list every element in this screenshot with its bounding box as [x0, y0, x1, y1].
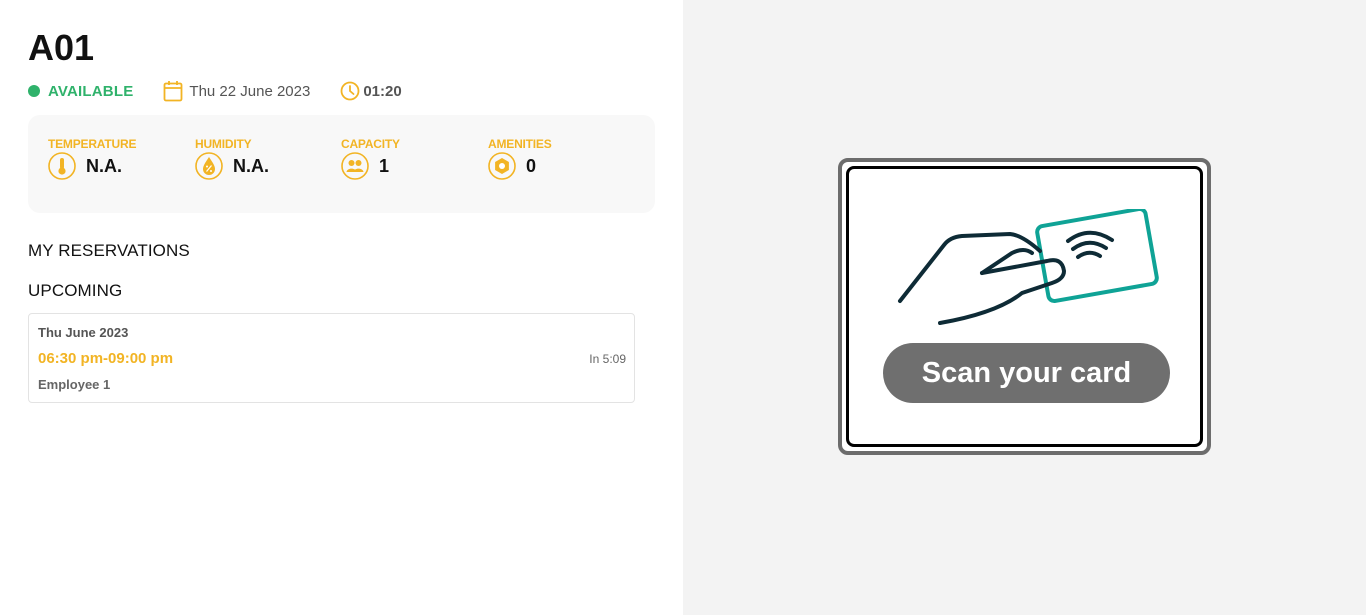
- stat-amenities: AMENITIES 0: [488, 137, 552, 180]
- stat-value: 1: [379, 155, 390, 176]
- people-icon: [341, 152, 369, 180]
- reservation-card[interactable]: Thu June 2023 06:30 pm-09:00 pm In 5:09 …: [28, 313, 635, 403]
- current-date: Thu 22 June 2023: [189, 82, 311, 100]
- stat-capacity: CAPACITY 1: [341, 137, 400, 180]
- stat-value: N.A.: [233, 155, 269, 176]
- stat-label: CAPACITY: [341, 137, 400, 151]
- thermometer-icon: [48, 152, 76, 180]
- stat-humidity: HUMIDITY N.A.: [195, 137, 269, 180]
- room-name: A01: [28, 27, 95, 68]
- scan-card-frame: Scan your card: [838, 158, 1211, 455]
- stat-label: TEMPERATURE: [48, 137, 137, 151]
- stat-value: 0: [526, 155, 537, 176]
- status-dot-icon: [28, 85, 40, 97]
- clock-icon: [340, 81, 360, 101]
- room-info-panel: A01 AVAILABLE Thu 22 June 2023 01:20 TEM…: [0, 0, 683, 615]
- reservation-user: Employee 1: [38, 377, 111, 392]
- room-status: AVAILABLE: [48, 82, 134, 100]
- scan-card-inner: Scan your card: [846, 166, 1203, 447]
- scan-card-button[interactable]: Scan your card: [883, 343, 1170, 403]
- upcoming-heading: UPCOMING: [28, 281, 123, 300]
- humidity-drop-icon: [195, 152, 223, 180]
- stat-label: AMENITIES: [488, 137, 552, 151]
- current-time: 01:20: [363, 82, 402, 100]
- room-stats-card: TEMPERATURE N.A. HUMIDITY N.A. CAPACITY …: [28, 115, 655, 213]
- stat-temperature: TEMPERATURE N.A.: [48, 137, 136, 180]
- reservation-time-range: 06:30 pm-09:00 pm: [38, 350, 174, 367]
- reservation-date: Thu June 2023: [38, 325, 129, 340]
- hand-tapping-card-icon: [892, 206, 1162, 334]
- amenities-icon: [488, 152, 516, 180]
- calendar-icon: [163, 80, 183, 102]
- reservation-countdown: In 5:09: [589, 352, 626, 366]
- stat-value: N.A.: [86, 155, 122, 176]
- stat-label: HUMIDITY: [195, 137, 252, 151]
- room-status-row: AVAILABLE Thu 22 June 2023 01:20: [28, 78, 402, 104]
- my-reservations-heading: MY RESERVATIONS: [28, 241, 190, 260]
